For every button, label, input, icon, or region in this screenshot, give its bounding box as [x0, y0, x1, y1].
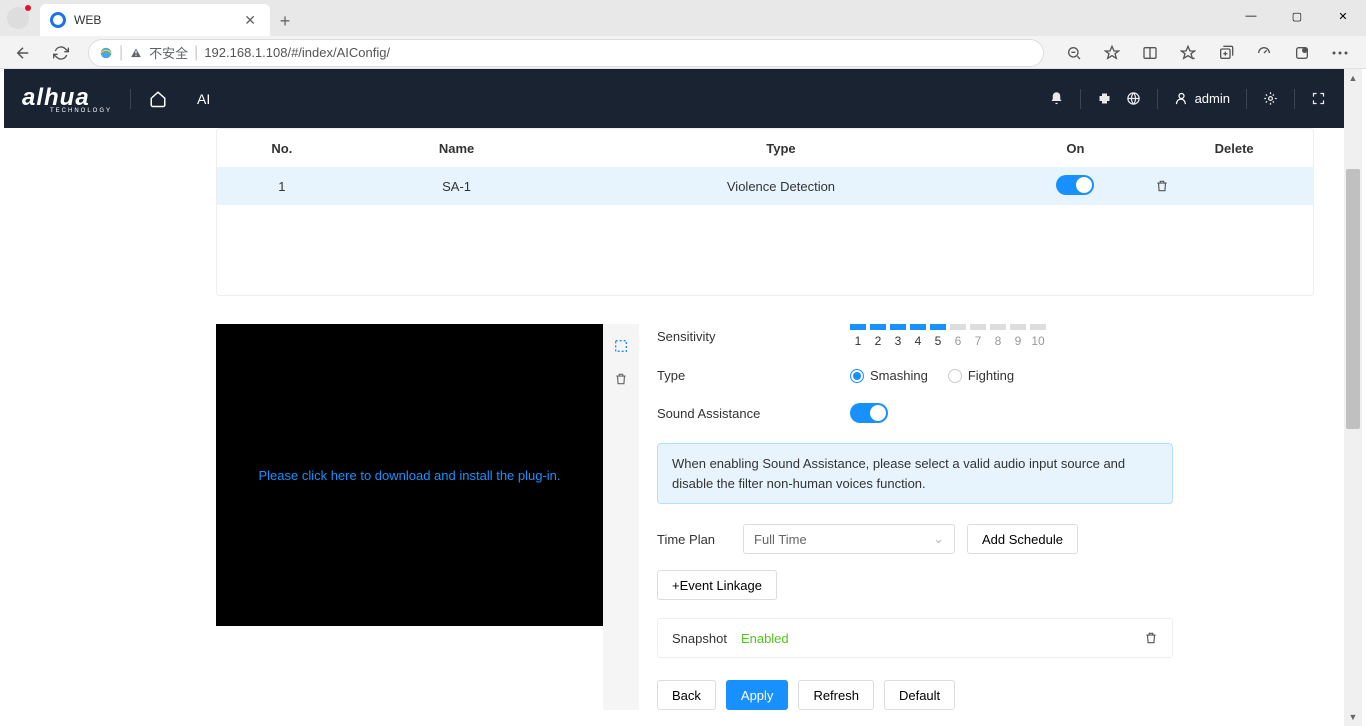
default-button[interactable]: Default — [884, 680, 955, 710]
collections-icon[interactable] — [1208, 38, 1244, 68]
timeplan-select[interactable]: Full Time ⌄ — [743, 524, 955, 554]
scroll-down-icon[interactable]: ▼ — [1344, 708, 1362, 726]
timeplan-label: Time Plan — [657, 532, 743, 547]
col-header-name: Name — [347, 141, 567, 156]
apply-button[interactable]: Apply — [726, 680, 789, 710]
back-button[interactable]: Back — [657, 680, 716, 710]
app-header: alhua TECHNOLOGY AI admin — [4, 69, 1344, 128]
app-mode-icon[interactable] — [1284, 38, 1320, 68]
profile-icon[interactable] — [0, 0, 36, 36]
scroll-thumb[interactable] — [1346, 169, 1360, 429]
plugin-link[interactable]: Please click here to download and instal… — [258, 468, 560, 483]
col-header-no: No. — [217, 141, 347, 156]
url-box[interactable]: | 不安全 | 192.168.1.108/#/index/AIConfig/ — [88, 39, 1044, 67]
menu-icon[interactable] — [1322, 38, 1358, 68]
col-header-type: Type — [566, 141, 995, 156]
form-area: Sensitivity 12345678910 Type Smashing — [639, 324, 1344, 710]
type-row: Type Smashing Fighting — [657, 368, 1344, 383]
region-draw-icon[interactable] — [613, 338, 629, 354]
radio-smashing[interactable]: Smashing — [850, 368, 928, 383]
left-panel — [4, 128, 172, 710]
maximize-button[interactable]: ▢ — [1274, 0, 1320, 32]
sound-label: Sound Assistance — [657, 406, 850, 421]
col-header-delete: Delete — [1155, 141, 1313, 156]
tab-bar: WEB ✕ + — ▢ ✕ — [0, 0, 1366, 36]
snapshot-delete-icon[interactable] — [1144, 631, 1158, 645]
lower-panel: Please click here to download and instal… — [216, 324, 1344, 710]
gear-icon[interactable] — [1263, 91, 1278, 106]
refresh-button[interactable]: Refresh — [798, 680, 874, 710]
favorites-list-icon[interactable] — [1170, 38, 1206, 68]
ai-nav-link[interactable]: AI — [197, 91, 210, 107]
url-text: 192.168.1.108/#/index/AIConfig/ — [204, 45, 390, 60]
snapshot-linkage-box: Snapshot Enabled — [657, 618, 1173, 658]
radio-dot-icon — [948, 369, 962, 383]
radio-dot-icon — [850, 369, 864, 383]
fullscreen-icon[interactable] — [1311, 91, 1326, 106]
table-row[interactable]: 1 SA-1 Violence Detection — [217, 167, 1313, 205]
snapshot-status: Enabled — [741, 631, 789, 646]
cell-type: Violence Detection — [566, 179, 995, 194]
close-window-button[interactable]: ✕ — [1320, 0, 1366, 32]
rules-table: No. Name Type On Delete 1 SA-1 Violence … — [216, 128, 1314, 296]
col-header-on: On — [996, 141, 1156, 156]
scroll-up-icon[interactable]: ▲ — [1344, 69, 1362, 87]
back-button[interactable] — [8, 38, 38, 68]
browser-tab[interactable]: WEB ✕ — [40, 4, 270, 36]
app-container: alhua TECHNOLOGY AI admin N — [4, 69, 1344, 726]
user-menu[interactable]: admin — [1174, 91, 1230, 106]
table-header-row: No. Name Type On Delete — [217, 129, 1313, 167]
type-label: Type — [657, 368, 850, 383]
main-area: No. Name Type On Delete 1 SA-1 Violence … — [172, 128, 1344, 710]
snapshot-label: Snapshot — [672, 631, 727, 646]
minimize-button[interactable]: — — [1228, 0, 1274, 32]
performance-icon[interactable] — [1246, 38, 1282, 68]
favorite-icon[interactable] — [1094, 38, 1130, 68]
tab-close-icon[interactable]: ✕ — [240, 12, 260, 29]
timeplan-row: Time Plan Full Time ⌄ Add Schedule — [657, 524, 1344, 554]
info-box: When enabling Sound Assistance, please s… — [657, 443, 1173, 504]
new-tab-button[interactable]: + — [270, 6, 300, 36]
action-buttons: Back Apply Refresh Default — [657, 680, 1344, 710]
content: No. Name Type On Delete 1 SA-1 Violence … — [4, 128, 1344, 710]
row-toggle[interactable] — [1056, 175, 1094, 195]
video-preview[interactable]: Please click here to download and instal… — [216, 324, 603, 626]
warning-icon — [129, 46, 143, 60]
cell-name: SA-1 — [347, 179, 567, 194]
split-icon[interactable] — [1132, 38, 1168, 68]
sound-row: Sound Assistance — [657, 403, 1344, 423]
refresh-button[interactable] — [46, 38, 76, 68]
sensitivity-slider[interactable]: 12345678910 — [850, 324, 1046, 348]
security-label: 不安全 — [149, 43, 188, 62]
user-icon — [1174, 91, 1189, 106]
home-icon[interactable] — [149, 90, 167, 108]
globe-icon[interactable] — [1126, 91, 1141, 106]
radio-fighting[interactable]: Fighting — [948, 368, 1014, 383]
sensitivity-row: Sensitivity 12345678910 — [657, 324, 1344, 348]
ie-icon — [99, 46, 113, 60]
zoom-icon[interactable] — [1056, 38, 1092, 68]
trash-icon[interactable] — [1155, 179, 1313, 193]
tab-title: WEB — [74, 13, 240, 27]
sensitivity-label: Sensitivity — [657, 329, 850, 344]
scrollbar[interactable]: ▲ ▼ — [1344, 69, 1362, 726]
puzzle-icon[interactable] — [1097, 91, 1112, 106]
chevron-down-icon: ⌄ — [933, 531, 944, 547]
username: admin — [1195, 91, 1230, 106]
sound-toggle[interactable] — [850, 403, 888, 423]
add-schedule-button[interactable]: Add Schedule — [967, 524, 1078, 554]
bell-icon[interactable] — [1049, 91, 1064, 106]
clear-region-icon[interactable] — [614, 372, 628, 386]
cell-on — [996, 175, 1156, 198]
event-linkage-button[interactable]: +Event Linkage — [657, 570, 777, 600]
logo: alhua TECHNOLOGY — [22, 84, 112, 114]
browser-chrome: WEB ✕ + — ▢ ✕ | 不安全 | 192.168.1.108/#/in… — [0, 0, 1366, 69]
cell-no: 1 — [217, 179, 347, 194]
cell-delete — [1155, 179, 1313, 193]
video-toolbar — [603, 324, 639, 710]
address-bar: | 不安全 | 192.168.1.108/#/index/AIConfig/ — [0, 36, 1366, 69]
tab-favicon-icon — [50, 12, 66, 28]
